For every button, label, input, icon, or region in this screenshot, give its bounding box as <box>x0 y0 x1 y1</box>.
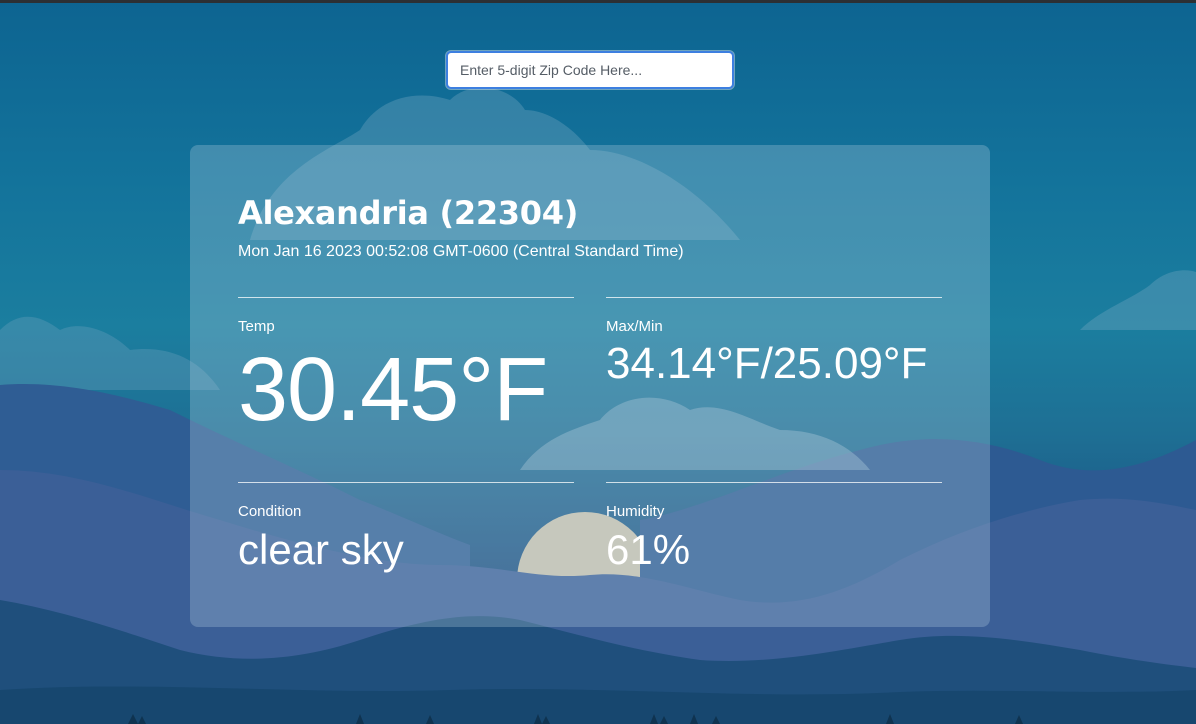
temp-section: Temp 30.45°F <box>238 297 574 440</box>
temp-label: Temp <box>238 318 275 335</box>
cloud-right <box>1080 270 1196 330</box>
zip-code-input[interactable] <box>446 51 734 89</box>
foreground-ridge <box>0 686 1196 724</box>
maxmin-section: Max/Min 34.14°F/25.09°F <box>606 297 942 390</box>
weather-card: Alexandria (22304) Mon Jan 16 2023 00:52… <box>190 145 990 627</box>
condition-value: clear sky <box>238 526 404 573</box>
condition-section: Condition clear sky <box>238 482 574 575</box>
condition-label: Condition <box>238 503 302 520</box>
zip-search-container <box>446 51 734 89</box>
maxmin-label: Max/Min <box>606 318 663 335</box>
humidity-section: Humidity 61% <box>606 482 942 575</box>
humidity-label: Humidity <box>606 503 665 520</box>
humidity-value: 61% <box>606 526 691 573</box>
current-datetime: Mon Jan 16 2023 00:52:08 GMT-0600 (Centr… <box>238 243 684 260</box>
temp-value: 30.45°F <box>238 340 548 440</box>
cloud-left <box>0 316 220 390</box>
location-title: Alexandria (22304) <box>238 194 579 232</box>
maxmin-value: 34.14°F/25.09°F <box>606 339 928 388</box>
